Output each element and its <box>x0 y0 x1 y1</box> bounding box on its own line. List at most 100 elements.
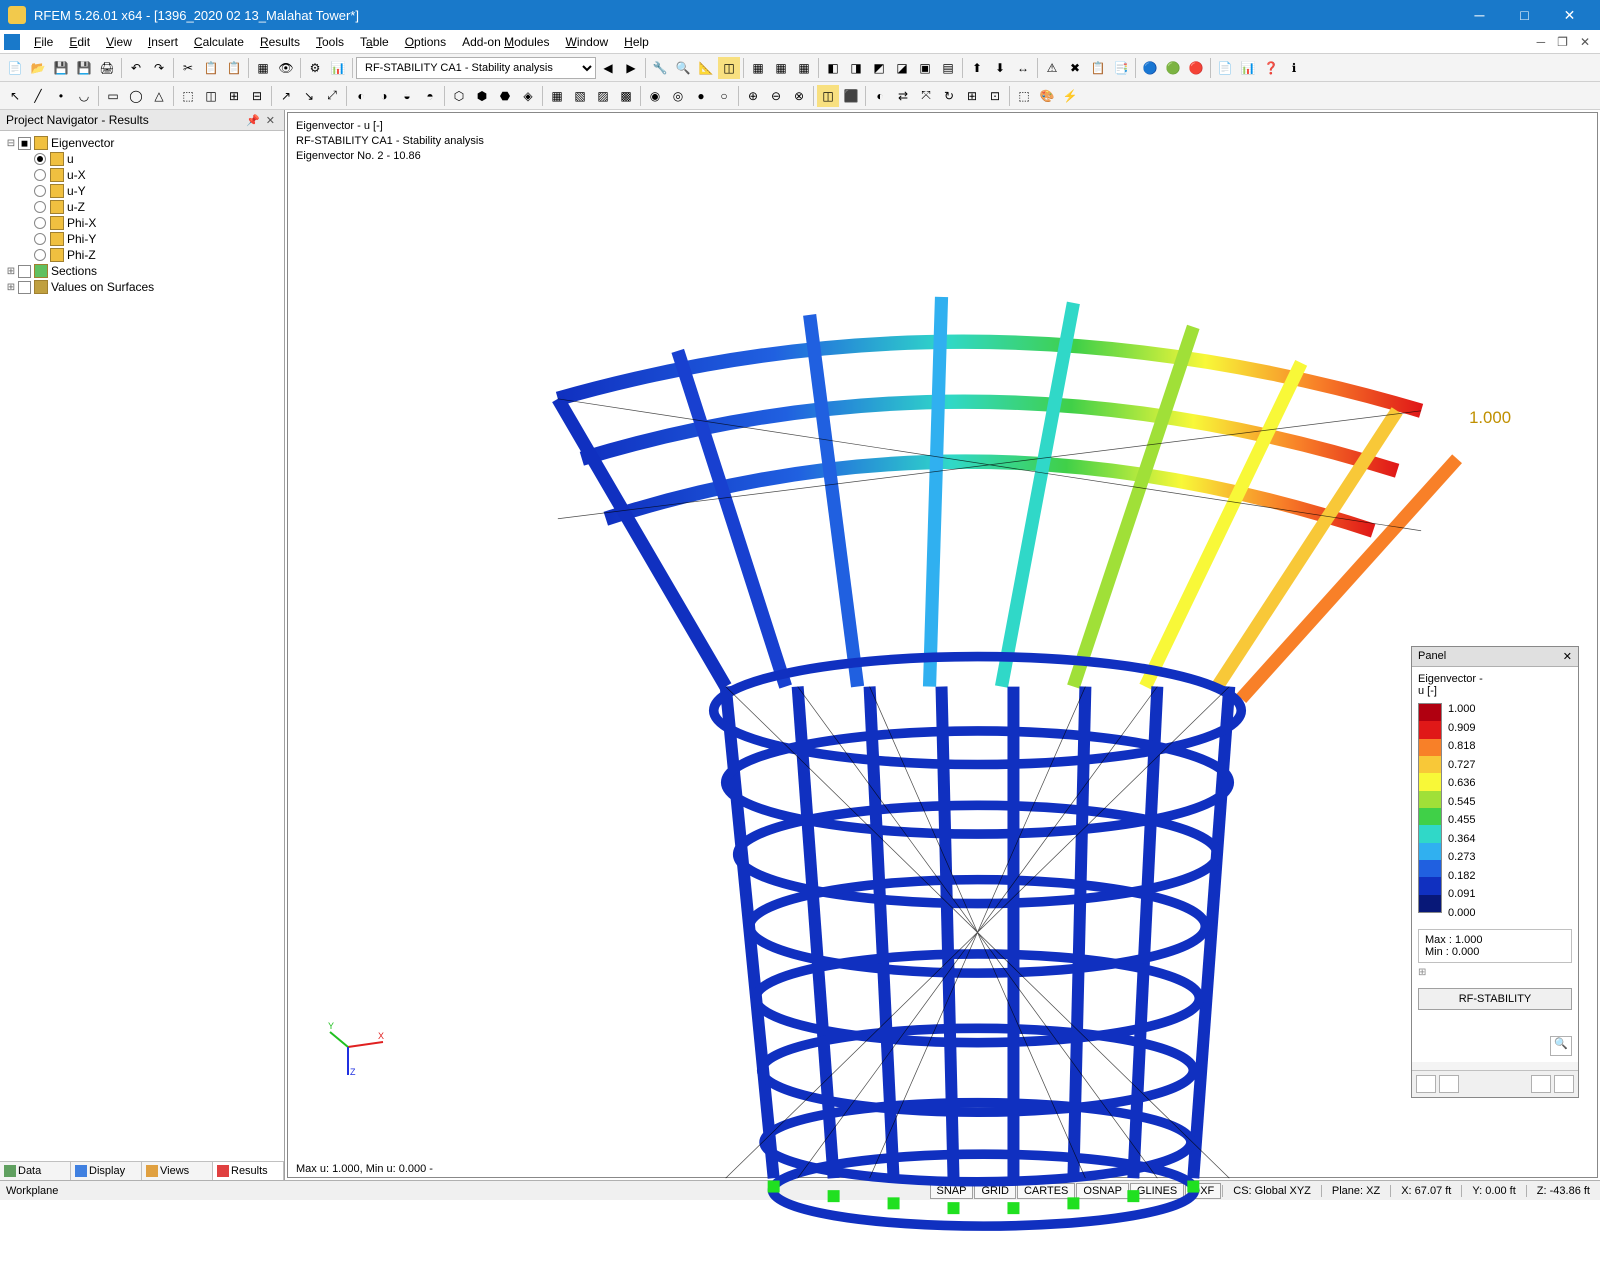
radio-uz[interactable] <box>34 201 46 213</box>
tl-t-icon[interactable]: 📑 <box>1110 57 1132 79</box>
t2-8-icon[interactable]: ⤧ <box>915 85 937 107</box>
tl-z-icon[interactable]: ❓ <box>1260 57 1282 79</box>
tab-results[interactable]: Results <box>213 1162 284 1180</box>
menu-results[interactable]: Results <box>252 33 308 51</box>
t2-t-icon[interactable]: ▧ <box>569 85 591 107</box>
t2-n-icon[interactable]: ◓ <box>419 85 441 107</box>
menu-addon[interactable]: Add-on Modules <box>454 33 557 51</box>
t2-z-icon[interactable]: ○ <box>713 85 735 107</box>
panel-close-icon[interactable]: ✕ <box>1563 650 1572 663</box>
t2-i-icon[interactable]: ↘ <box>298 85 320 107</box>
undo-icon[interactable]: ↶ <box>125 57 147 79</box>
tl-u-icon[interactable]: 🔵 <box>1139 57 1161 79</box>
tl-r-icon[interactable]: ✖ <box>1064 57 1086 79</box>
t2-11-icon[interactable]: ⊡ <box>984 85 1006 107</box>
open-icon[interactable]: 📂 <box>27 57 49 79</box>
viewport-3d[interactable]: Eigenvector - u [-] RF-STABILITY CA1 - S… <box>287 112 1598 1178</box>
tl-j-icon[interactable]: ◩ <box>868 57 890 79</box>
tl-a-icon[interactable]: 🔧 <box>649 57 671 79</box>
menu-calculate[interactable]: Calculate <box>186 33 252 51</box>
tl-k-icon[interactable]: ◪ <box>891 57 913 79</box>
tl-e-icon[interactable]: ▦ <box>747 57 769 79</box>
t2-r-icon[interactable]: ◈ <box>517 85 539 107</box>
pin-icon[interactable]: 📌 <box>243 114 263 127</box>
tree-values[interactable]: Values on Surfaces <box>51 280 154 294</box>
t2-1-icon[interactable]: ⊕ <box>742 85 764 107</box>
grid-icon[interactable]: ▦ <box>252 57 274 79</box>
menu-help[interactable]: Help <box>616 33 657 51</box>
loadcase-dropdown[interactable]: RF-STABILITY CA1 - Stability analysis <box>356 57 596 79</box>
t2-g-icon[interactable]: ⊟ <box>246 85 268 107</box>
tl-b-icon[interactable]: 🔍 <box>672 57 694 79</box>
tl-q-icon[interactable]: ⚠ <box>1041 57 1063 79</box>
t2-s-icon[interactable]: ▦ <box>546 85 568 107</box>
rf-stability-button[interactable]: RF-STABILITY <box>1418 988 1572 1010</box>
t2-9-icon[interactable]: ↻ <box>938 85 960 107</box>
menu-table[interactable]: Table <box>352 33 397 51</box>
t2-7-icon[interactable]: ⇄ <box>892 85 914 107</box>
menu-edit[interactable]: Edit <box>61 33 98 51</box>
t2-e-icon[interactable]: ◫ <box>200 85 222 107</box>
t2-u-icon[interactable]: ▨ <box>592 85 614 107</box>
menu-tools[interactable]: Tools <box>308 33 352 51</box>
tab-data[interactable]: Data <box>0 1162 71 1180</box>
t2-10-icon[interactable]: ⊞ <box>961 85 983 107</box>
mdi-minimize[interactable]: ─ <box>1531 35 1552 49</box>
tl-p-icon[interactable]: ↔ <box>1012 57 1034 79</box>
radio-phiz[interactable] <box>34 249 46 261</box>
t2-2-icon[interactable]: ⊖ <box>765 85 787 107</box>
t2-v-icon[interactable]: ▩ <box>615 85 637 107</box>
tl-i-icon[interactable]: ◨ <box>845 57 867 79</box>
minimize-button[interactable]: ─ <box>1457 0 1502 30</box>
navigator-tree[interactable]: ⊟◼Eigenvector u u-X u-Y u-Z Phi-X Phi-Y … <box>0 131 284 1161</box>
t2-w-icon[interactable]: ◉ <box>644 85 666 107</box>
menu-file[interactable]: File <box>26 33 61 51</box>
t2-3-icon[interactable]: ⊗ <box>788 85 810 107</box>
t2-h-icon[interactable]: ↗ <box>275 85 297 107</box>
t2-p-icon[interactable]: ⬢ <box>471 85 493 107</box>
mdi-close[interactable]: ✕ <box>1574 35 1596 49</box>
cut-icon[interactable]: ✂ <box>177 57 199 79</box>
menu-insert[interactable]: Insert <box>140 33 186 51</box>
menu-window[interactable]: Window <box>557 33 616 51</box>
tl-g-icon[interactable]: ▦ <box>793 57 815 79</box>
t2-a-icon[interactable]: ▭ <box>102 85 124 107</box>
t2-6-icon[interactable]: ◐ <box>869 85 891 107</box>
tl-info-icon[interactable]: ℹ <box>1283 57 1305 79</box>
tab-display[interactable]: Display <box>71 1162 142 1180</box>
results-icon[interactable]: 📊 <box>327 57 349 79</box>
calc-icon[interactable]: ⚙ <box>304 57 326 79</box>
close-button[interactable]: ✕ <box>1547 0 1592 30</box>
cursor-icon[interactable]: ↖ <box>4 85 26 107</box>
panel-foot-2-icon[interactable] <box>1439 1075 1459 1093</box>
print-icon[interactable]: 🖨 <box>96 57 118 79</box>
t2-q-icon[interactable]: ⬣ <box>494 85 516 107</box>
prev-icon[interactable]: ◀ <box>597 57 619 79</box>
saveall-icon[interactable]: 💾 <box>73 57 95 79</box>
t2-12-icon[interactable]: ⬚ <box>1013 85 1035 107</box>
maximize-button[interactable]: □ <box>1502 0 1547 30</box>
navigator-close-icon[interactable]: ✕ <box>263 114 278 127</box>
tl-d-icon[interactable]: ◫ <box>718 57 740 79</box>
tl-l-icon[interactable]: ▣ <box>914 57 936 79</box>
t2-14-icon[interactable]: ⚡ <box>1059 85 1081 107</box>
tl-x-icon[interactable]: 📄 <box>1214 57 1236 79</box>
tab-views[interactable]: Views <box>142 1162 213 1180</box>
tl-f-icon[interactable]: ▦ <box>770 57 792 79</box>
t2-b-icon[interactable]: ◯ <box>125 85 147 107</box>
t2-5-icon[interactable]: ⬛ <box>840 85 862 107</box>
t2-d-icon[interactable]: ⬚ <box>177 85 199 107</box>
t2-y-icon[interactable]: ● <box>690 85 712 107</box>
zoom-icon[interactable]: 🔍 <box>1550 1036 1572 1056</box>
menu-options[interactable]: Options <box>397 33 454 51</box>
t2-m-icon[interactable]: ◒ <box>396 85 418 107</box>
tl-h-icon[interactable]: ◧ <box>822 57 844 79</box>
panel-foot-3-icon[interactable] <box>1531 1075 1551 1093</box>
panel-foot-4-icon[interactable] <box>1554 1075 1574 1093</box>
tl-w-icon[interactable]: 🔴 <box>1185 57 1207 79</box>
new-icon[interactable]: 📄 <box>4 57 26 79</box>
tl-n-icon[interactable]: ⬆ <box>966 57 988 79</box>
t2-4-icon[interactable]: ◫ <box>817 85 839 107</box>
tree-sections[interactable]: Sections <box>51 264 97 278</box>
tl-m-icon[interactable]: ▤ <box>937 57 959 79</box>
